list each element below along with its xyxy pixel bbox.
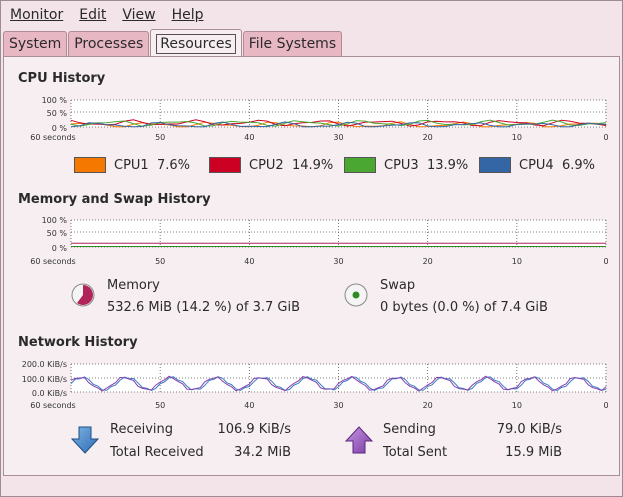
cpu2-legend: CPU2 14.9%: [209, 157, 333, 173]
x-tick-label: 30: [333, 401, 343, 410]
cpu1-name: CPU1: [114, 157, 149, 173]
memory-info: Memory 532.6 MiB (14.2 %) of 3.7 GiB: [71, 275, 300, 319]
mem-ytick-50: 50 %: [47, 229, 68, 238]
resources-panel: CPU History 100 % 50 % 0 % 60 seconds 50 4…: [3, 56, 620, 476]
x-tick-label: 20: [423, 401, 433, 410]
cpu-ytick-50: 50 %: [47, 109, 68, 118]
x-tick-label: 40: [244, 133, 254, 142]
cpu4-color-swatch[interactable]: [479, 157, 511, 173]
network-history-graph: 200.0 KiB/s 100.0 KiB/s 0.0 KiB/s 60 sec…: [22, 360, 609, 410]
x-tick-label: 10: [512, 257, 522, 266]
menu-view[interactable]: View: [114, 7, 163, 23]
cpu1-value: 7.6%: [156, 157, 190, 173]
tab-bar: System Processes Resources File Systems: [3, 29, 343, 57]
x-tick-label: 50: [155, 257, 165, 266]
x-tick-label: 60 seconds: [30, 133, 75, 142]
x-tick-label: 10: [512, 401, 522, 410]
cpu3-legend: CPU3 13.9%: [344, 157, 468, 173]
net-ytick-200: 200.0 KiB/s: [22, 360, 67, 369]
net-ytick-0: 0.0 KiB/s: [32, 389, 67, 398]
sending-value: 79.0 KiB/s: [496, 422, 562, 437]
x-tick-label: 30: [333, 257, 343, 266]
x-tick-label: 0: [603, 133, 608, 142]
cpu4-legend: CPU4 6.9%: [479, 157, 595, 173]
network-history-title: Network History: [18, 335, 138, 350]
x-tick-label: 40: [244, 401, 254, 410]
tab-file-systems[interactable]: File Systems: [242, 31, 343, 56]
receiving-arrow-icon: [70, 426, 100, 454]
cpu3-name: CPU3: [384, 157, 419, 173]
cpu2-value: 14.9%: [291, 157, 334, 173]
cpu3-value: 13.9%: [426, 157, 469, 173]
cpu3-color-swatch[interactable]: [344, 157, 376, 173]
x-tick-label: 50: [155, 401, 165, 410]
cpu1-color-swatch[interactable]: [74, 157, 106, 173]
tab-system[interactable]: System: [3, 31, 68, 56]
cpu-history-title: CPU History: [18, 71, 106, 86]
cpu-ytick-0: 0 %: [52, 124, 68, 133]
total-sent-value: 15.9 MiB: [505, 445, 562, 460]
swap-info: Swap 0 bytes (0.0 %) of 7.4 GiB: [344, 275, 548, 319]
cpu4-name: CPU4: [519, 157, 554, 173]
cpu4-value: 6.9%: [561, 157, 595, 173]
x-tick-label: 20: [423, 257, 433, 266]
cpu-history-graph: 100 % 50 % 0 % 60 seconds 50 40 30 20 10 0: [30, 96, 608, 142]
tab-processes[interactable]: Processes: [68, 31, 150, 56]
x-tick-label: 0: [603, 257, 608, 266]
x-tick-label: 60 seconds: [30, 257, 75, 266]
total-sent-label: Total Sent: [383, 445, 448, 460]
menu-edit[interactable]: Edit: [71, 7, 114, 23]
memory-history-title: Memory and Swap History: [18, 192, 211, 207]
sending-label: Sending: [383, 422, 436, 437]
cpu1-legend: CPU1 7.6%: [74, 157, 190, 173]
receiving-value: 106.9 KiB/s: [217, 422, 291, 437]
net-ytick-100: 100.0 KiB/s: [22, 375, 67, 384]
mem-ytick-0: 0 %: [52, 244, 68, 253]
memory-pie-icon[interactable]: [71, 283, 95, 307]
x-tick-label: 40: [244, 257, 254, 266]
menu-monitor[interactable]: Monitor: [1, 7, 71, 23]
cpu2-color-swatch[interactable]: [209, 157, 241, 173]
memory-label: Memory: [107, 278, 160, 293]
memory-history-graph: 100 % 50 % 0 % 60 seconds 50 40 30 20 10 0: [30, 216, 608, 266]
x-tick-label: 60 seconds: [30, 401, 75, 410]
x-tick-label: 0: [603, 401, 608, 410]
swap-pie-icon[interactable]: [344, 283, 368, 307]
x-tick-label: 50: [155, 133, 165, 142]
mem-ytick-100: 100 %: [42, 216, 68, 225]
total-received-value: 34.2 MiB: [234, 445, 291, 460]
swap-value: 0 bytes (0.0 %) of 7.4 GiB: [380, 300, 548, 315]
x-tick-label: 20: [423, 133, 433, 142]
swap-label: Swap: [380, 278, 416, 293]
cpu-ytick-100: 100 %: [42, 96, 68, 105]
system-monitor-window: Monitor Edit View Help System Processes …: [0, 0, 623, 497]
x-tick-label: 30: [333, 133, 343, 142]
tab-resources[interactable]: Resources: [150, 29, 242, 57]
receiving-label: Receiving: [110, 422, 174, 437]
x-tick-label: 10: [512, 133, 522, 142]
menubar: Monitor Edit View Help: [1, 1, 622, 28]
memory-value: 532.6 MiB (14.2 %) of 3.7 GiB: [107, 300, 301, 315]
cpu2-name: CPU2: [249, 157, 284, 173]
sending-arrow-icon: [344, 426, 374, 454]
menu-help[interactable]: Help: [164, 7, 212, 23]
